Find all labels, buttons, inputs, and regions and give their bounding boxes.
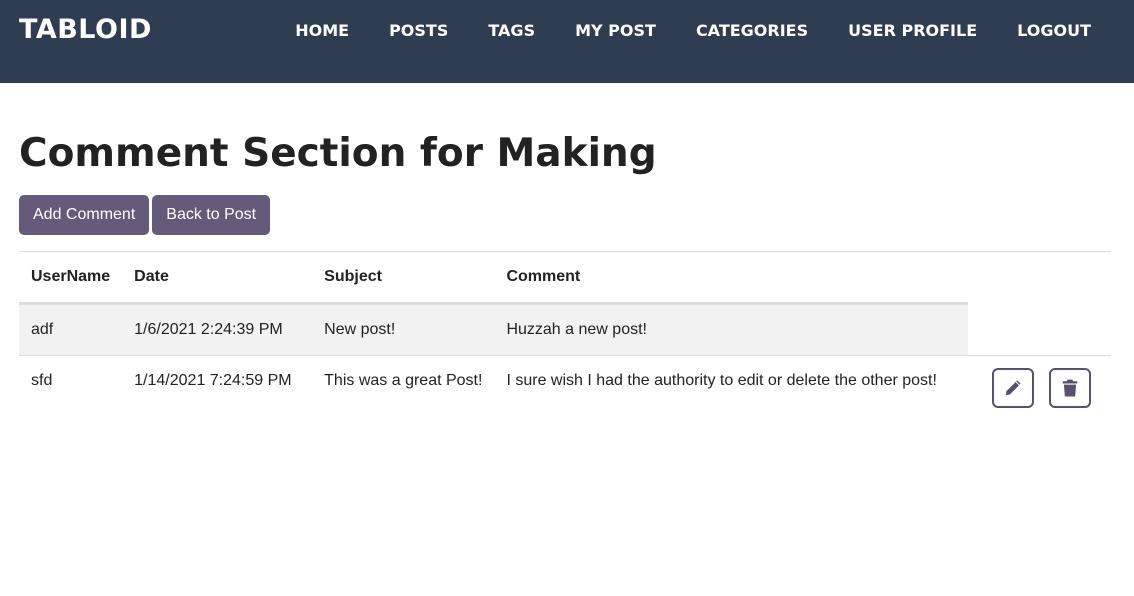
table-body: adf 1/6/2021 2:24:39 PM New post! Huzzah… (19, 303, 1111, 420)
nav-item-tags[interactable]: TAGS (468, 21, 555, 41)
nav-item-user-profile[interactable]: USER PROFILE (828, 21, 997, 41)
back-to-post-button[interactable]: Back to Post (152, 195, 271, 235)
cell-comment: Huzzah a new post! (494, 303, 969, 356)
nav-item-logout[interactable]: LOGOUT (997, 21, 1111, 41)
column-header-subject: Subject (312, 251, 495, 305)
column-header-comment: Comment (494, 251, 969, 305)
nav-menu: HOME POSTS TAGS MY POST CATEGORIES USER … (275, 21, 1111, 41)
nav-item-home[interactable]: HOME (275, 21, 369, 41)
cell-date: 1/14/2021 7:24:59 PM (122, 355, 313, 420)
add-comment-button[interactable]: Add Comment (19, 195, 150, 235)
column-header-date: Date (122, 251, 313, 305)
cell-actions (968, 355, 1111, 420)
table-top-divider (19, 251, 977, 252)
comments-table-container: UserName Date Subject Comment adf 1/6/20… (19, 251, 1111, 420)
table-header: UserName Date Subject Comment (19, 251, 1111, 305)
cell-username: adf (19, 303, 123, 356)
page-title: Comment Section for Making (19, 131, 657, 176)
nav-item-my-post[interactable]: MY POST (555, 21, 676, 41)
column-header-username: UserName (19, 251, 123, 305)
top-navbar: TABLOID HOME POSTS TAGS MY POST CATEGORI… (0, 0, 1134, 83)
comments-table: UserName Date Subject Comment adf 1/6/20… (19, 251, 1111, 420)
edit-comment-button[interactable] (991, 368, 1034, 408)
cell-subject: New post! (312, 303, 495, 356)
cell-comment: I sure wish I had the authority to edit … (494, 355, 969, 420)
table-row: adf 1/6/2021 2:24:39 PM New post! Huzzah… (19, 303, 1111, 356)
delete-comment-button[interactable] (1049, 368, 1091, 408)
cell-date: 1/6/2021 2:24:39 PM (122, 303, 313, 356)
cell-username: sfd (19, 355, 123, 420)
trash-icon (1062, 379, 1078, 397)
column-header-actions (968, 252, 1111, 304)
nav-item-categories[interactable]: CATEGORIES (676, 21, 828, 41)
table-header-row: UserName Date Subject Comment (19, 251, 1111, 305)
table-row: sfd 1/14/2021 7:24:59 PM This was a grea… (19, 355, 1111, 420)
nav-item-posts[interactable]: POSTS (369, 21, 468, 41)
cell-subject: This was a great Post! (312, 355, 495, 420)
comment-actions: Add Comment Back to Post (19, 195, 271, 235)
brand-logo[interactable]: TABLOID (19, 14, 152, 45)
pencil-icon (1005, 380, 1021, 396)
cell-actions (968, 303, 1111, 356)
